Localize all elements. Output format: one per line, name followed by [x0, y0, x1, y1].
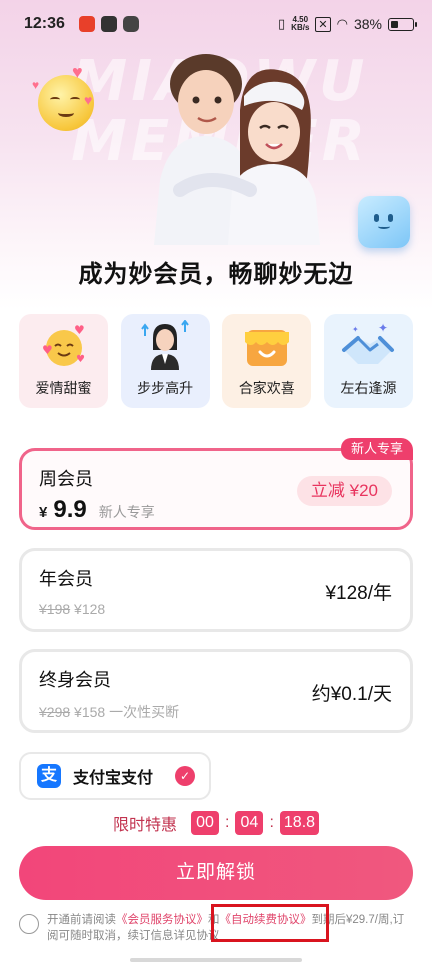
- handshake-icon: ✦ ✦: [342, 321, 395, 364]
- countdown-label: 限时特惠: [112, 817, 177, 834]
- payment-label: 支付宝支付: [73, 770, 154, 787]
- agreement-radio[interactable]: [19, 914, 39, 934]
- couple-illustration: [154, 54, 320, 245]
- plan-card-lifetime[interactable]: 终身会员 ¥298 ¥158 一次性买断 约¥0.1/天: [19, 649, 413, 733]
- heart-icon: ♥: [32, 78, 40, 92]
- svg-text:♥: ♥: [74, 323, 85, 337]
- plan-card-week[interactable]: 新人专享 周会员 ¥ 9.9 新人专享 立减 ¥20: [19, 438, 413, 530]
- battery-percent: 38%: [353, 16, 382, 32]
- plan-title: 终身会员: [39, 670, 111, 690]
- vibrate-icon: ▯: [278, 16, 286, 31]
- countdown-hours: 00: [190, 811, 219, 835]
- alipay-icon: 支: [37, 764, 61, 788]
- plan-title: 年会员: [39, 569, 93, 589]
- app-notification-icon: [122, 16, 139, 32]
- check-icon: ✓: [175, 766, 195, 786]
- discount-pill: 立减 ¥20: [296, 476, 392, 506]
- shop-awning-icon: [244, 330, 289, 366]
- perk-label: 爱情甜蜜: [35, 380, 92, 396]
- countdown-separator: :: [224, 814, 230, 831]
- heart-icon: ♥: [84, 92, 93, 108]
- unlock-button[interactable]: 立即解锁: [19, 846, 413, 900]
- svg-text:✦: ✦: [378, 321, 388, 335]
- status-right: ▯ 4.50 KB/s ✕ ◠ 38%: [278, 16, 417, 32]
- perk-label: 合家欢喜: [238, 380, 295, 396]
- service-agreement-link[interactable]: 《会员服务协议》: [116, 914, 208, 926]
- perk-label: 步步高升: [137, 380, 194, 396]
- agreement-prefix: 开通前请阅读: [47, 914, 116, 926]
- price-tag: 新人专享: [98, 504, 155, 520]
- original-price: ¥198: [39, 601, 71, 617]
- smiley-keycap-icon: [358, 196, 410, 248]
- svg-text:✦: ✦: [352, 325, 359, 334]
- plan-title: 周会员: [39, 469, 93, 489]
- career-person-icon: [141, 320, 189, 370]
- current-price: ¥128: [74, 601, 106, 617]
- no-sim-icon: ✕: [315, 16, 331, 32]
- plan-price-right: 约¥0.1/天: [311, 684, 392, 705]
- original-price: ¥298: [39, 704, 71, 720]
- countdown-timer: 限时特惠 00 : 04 : 18.8: [0, 811, 432, 835]
- plan-price-detail: ¥198 ¥128: [39, 601, 105, 617]
- net-speed: 4.50 KB/s: [291, 16, 309, 32]
- net-speed-unit: KB/s: [291, 23, 310, 32]
- payment-method-alipay[interactable]: 支 支付宝支付 ✓: [19, 752, 211, 800]
- perk-card-family: 合家欢喜: [222, 314, 312, 408]
- page-headline: 成为妙会员，畅聊妙无边: [78, 261, 354, 288]
- currency-symbol: ¥: [39, 504, 48, 521]
- wifi-icon: ◠: [336, 16, 348, 31]
- perk-card-social: ✦ ✦ 左右逢源: [323, 314, 413, 408]
- perks-row: ♥ ♥ ♥ 爱情甜蜜 步步高升 合家欢喜 ✦ ✦ 左右逢源: [19, 314, 413, 408]
- notification-app-icon: [78, 16, 95, 32]
- plan-card-year[interactable]: 年会员 ¥198 ¥128 ¥128/年: [19, 548, 413, 632]
- love-emoji-icon: ♥ ♥ ♥: [42, 323, 85, 366]
- plan-price-right: ¥128/年: [325, 583, 392, 604]
- current-price: ¥158 一次性买断: [74, 704, 180, 720]
- countdown-separator: :: [269, 814, 274, 831]
- perk-label: 左右逢源: [340, 380, 397, 396]
- svg-text:♥: ♥: [76, 354, 85, 365]
- price-value: 9.9: [53, 496, 87, 523]
- mail-notification-icon: [100, 16, 117, 32]
- countdown-seconds: 18.8: [279, 811, 320, 835]
- battery-icon: [388, 17, 417, 31]
- svg-text:♥: ♥: [42, 343, 53, 357]
- home-indicator[interactable]: [130, 958, 302, 962]
- status-time: 12:36: [24, 15, 65, 32]
- plan-price: ¥ 9.9 新人专享: [39, 496, 155, 524]
- perk-card-love: ♥ ♥ ♥ 爱情甜蜜: [19, 314, 108, 408]
- new-user-badge: 新人专享: [340, 438, 413, 460]
- perk-card-career: 步步高升: [120, 314, 210, 408]
- highlight-annotation-box: [211, 904, 329, 942]
- countdown-minutes: 04: [235, 811, 264, 835]
- plan-price-detail: ¥298 ¥158 一次性买断: [39, 702, 179, 722]
- heart-icon: ♥: [72, 62, 83, 82]
